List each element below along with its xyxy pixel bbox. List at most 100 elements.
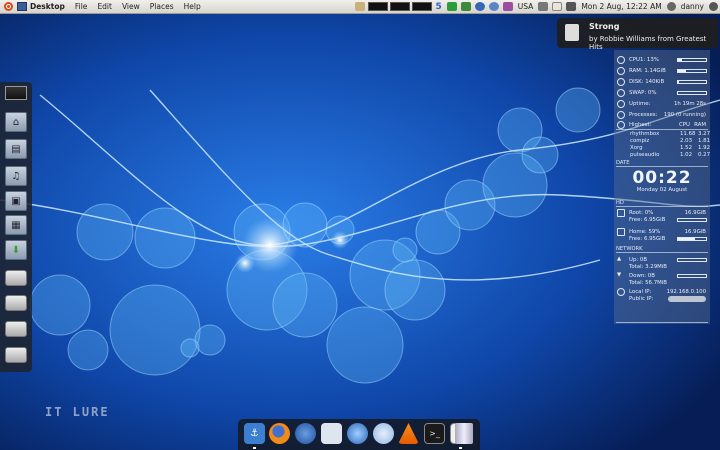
home-free: Free: 6.95GiB — [629, 236, 666, 242]
desktop-wallpaper — [0, 0, 720, 450]
divider — [616, 206, 708, 207]
ram-label: RAM: 1.14GiB — [629, 68, 666, 74]
root-free: Free: 6.95GiB — [629, 217, 666, 223]
sun-icon — [617, 100, 625, 108]
drive-icon[interactable] — [5, 270, 27, 286]
bottom-dock: ⚓ >_ — [238, 419, 480, 450]
swap-row: SWAP: 0% — [614, 89, 710, 98]
folder-icon[interactable] — [354, 2, 365, 11]
conky-system-monitor: CPU1: 13% RAM: 1.14GiB DISK: 140KiB SWAP… — [614, 50, 710, 324]
mail-icon[interactable] — [552, 2, 563, 11]
processes-row: Processes: 190 (0 running) — [614, 111, 710, 120]
process-name: Xorg — [630, 145, 643, 151]
process-row: rhythmbox 11.68 3.27 — [630, 131, 711, 138]
home-bar — [677, 237, 707, 241]
cpu-label: CPU1: 13% — [629, 57, 659, 63]
home-folder-icon[interactable]: ⌂ — [5, 112, 27, 132]
running-indicator — [253, 447, 256, 449]
home-bar-fill — [678, 238, 695, 240]
anchor-icon[interactable]: ⚓ — [244, 423, 265, 444]
menu-desktop[interactable]: Desktop — [30, 2, 70, 11]
memory-graph[interactable] — [389, 2, 410, 11]
process-cpu: 2.03 — [680, 138, 693, 144]
power-icon[interactable] — [709, 2, 718, 11]
downloads-folder-icon[interactable]: ⬇ — [5, 240, 27, 260]
notification-title: Strong — [589, 22, 620, 31]
download-glyph-icon: ⬇ — [11, 244, 21, 256]
drive-icon[interactable] — [5, 347, 27, 363]
processes-icon — [617, 111, 625, 119]
volume-icon[interactable] — [566, 2, 577, 11]
disk-icon — [617, 78, 625, 86]
terminal-icon[interactable]: >_ — [424, 423, 445, 444]
public-ip-row: Public IP: — [614, 295, 710, 304]
menu-bar: Desktop File Edit View Places Help — [30, 0, 206, 13]
uptime-label: Uptime: — [629, 101, 651, 107]
calendar-icon[interactable] — [373, 423, 394, 444]
root-free-row: Free: 6.95GiB — [614, 216, 710, 225]
left-dock: ⌂ ▤ ♫ ▣ ▦ ⬇ — [0, 82, 32, 372]
drive-icon[interactable] — [5, 321, 27, 337]
divider — [616, 252, 708, 253]
cpu-graph[interactable] — [367, 2, 388, 11]
vlc-icon[interactable] — [398, 423, 419, 444]
music-folder-icon[interactable]: ♫ — [5, 166, 27, 186]
pictures-folder-icon[interactable]: ▣ — [5, 191, 27, 211]
conky-clock: 00:22 — [632, 168, 692, 188]
music-icon — [565, 24, 579, 41]
menu-help[interactable]: Help — [179, 2, 206, 11]
documents-folder-icon[interactable]: ▤ — [5, 139, 27, 159]
disk-row: DISK: 140KiB — [614, 78, 710, 87]
firefox-icon[interactable] — [269, 423, 290, 444]
network-icon[interactable] — [538, 2, 549, 11]
root-bar — [677, 218, 707, 222]
disk-label: DISK: 140KiB — [629, 79, 665, 85]
highest-col-ram: RAM — [694, 122, 706, 128]
process-ram: 1.92 — [698, 145, 711, 151]
water-drop-icon[interactable] — [347, 423, 368, 444]
processes-label: Processes: — [629, 112, 658, 118]
swap-icon — [617, 89, 625, 97]
user-name[interactable]: danny — [678, 2, 707, 11]
drive-icon[interactable] — [5, 295, 27, 311]
pidgin-icon[interactable] — [295, 423, 316, 444]
process-name: pulseaudio — [630, 152, 660, 158]
play-icon[interactable] — [446, 2, 457, 11]
panel-clock[interactable]: Mon 2 Aug, 12:22 AM — [578, 2, 664, 11]
conky-date: Monday 02 August — [636, 187, 688, 193]
keyboard-layout[interactable]: USA — [515, 2, 537, 11]
swap-label: SWAP: 0% — [629, 90, 657, 96]
help-icon[interactable] — [488, 2, 499, 11]
uptime-value: 1h 19m 28s — [673, 101, 706, 107]
bluetooth-icon[interactable] — [474, 2, 485, 11]
cpu-bar-fill — [678, 59, 682, 61]
videos-folder-icon[interactable]: ▦ — [5, 215, 27, 235]
trash-can-icon[interactable] — [455, 423, 473, 444]
uptime-row: Uptime: 1h 19m 28s — [614, 100, 710, 109]
gear-icon — [617, 121, 625, 129]
music-glyph-icon: ♫ — [11, 170, 21, 182]
menu-view[interactable]: View — [117, 2, 145, 11]
settings-icon[interactable] — [502, 2, 513, 11]
monitor-icon[interactable] — [5, 86, 27, 100]
prompt-glyph-icon: >_ — [429, 429, 440, 438]
ram-bar — [677, 69, 707, 73]
process-cpu: 11.68 — [680, 131, 696, 137]
tray-badge[interactable]: 5 — [433, 2, 445, 12]
process-cpu: 1.52 — [680, 145, 693, 151]
cpu-bar — [677, 58, 707, 62]
update-icon[interactable] — [460, 2, 471, 11]
download-total-row: Total: 56.7MiB — [614, 279, 710, 288]
network-graph[interactable] — [411, 2, 432, 11]
menu-places[interactable]: Places — [145, 2, 179, 11]
user-icon[interactable] — [666, 2, 676, 11]
ubuntu-logo-icon[interactable] — [4, 2, 13, 11]
thunderbird-icon[interactable] — [321, 423, 342, 444]
menu-edit[interactable]: Edit — [92, 2, 117, 11]
home-free-row: Free: 6.95GiB — [614, 235, 710, 244]
process-name: compiz — [630, 138, 650, 144]
process-ram: 3.27 — [698, 131, 711, 137]
highest-col-cpu: CPU — [679, 122, 690, 128]
menu-file[interactable]: File — [70, 2, 93, 11]
notification-body: by Robbie Williams from Greatest Hits — [589, 35, 707, 51]
